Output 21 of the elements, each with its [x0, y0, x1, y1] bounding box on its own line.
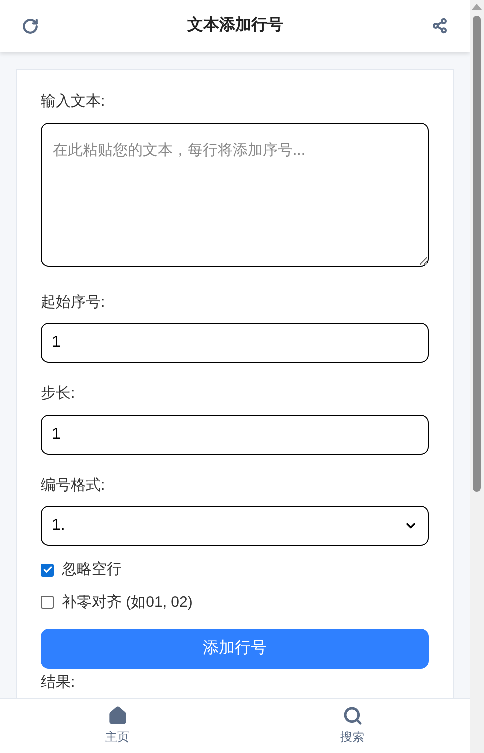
home-icon	[108, 706, 128, 726]
field-label: 起始序号:	[41, 292, 106, 312]
result-label: 结果:	[41, 674, 76, 692]
share-icon[interactable]	[432, 18, 448, 34]
field-label: 编号格式:	[41, 476, 106, 496]
checkbox[interactable]	[41, 596, 54, 610]
checkbox[interactable]	[41, 564, 54, 577]
nav-tab[interactable]: 主页	[0, 699, 235, 753]
refresh-icon[interactable]	[22, 18, 39, 34]
start-number-field[interactable]: 1	[41, 323, 429, 363]
step-field[interactable]: 1	[41, 414, 429, 454]
format-select[interactable]: 1.	[41, 506, 429, 546]
checkbox-label: 忽略空行	[62, 560, 122, 580]
add-line-numbers-button[interactable]: 添加行号	[41, 629, 429, 669]
nav-tab[interactable]: 搜索	[235, 699, 470, 753]
checkbox-label: 补零对齐 (如01, 02)	[62, 592, 193, 612]
field-label: 步长:	[41, 384, 76, 404]
text-input-area[interactable]: 在此粘贴您的文本，每行将添加序号...	[41, 122, 429, 266]
search-icon	[342, 706, 362, 726]
page-title: 文本添加行号	[188, 15, 284, 36]
field-label: 输入文本:	[41, 92, 106, 112]
